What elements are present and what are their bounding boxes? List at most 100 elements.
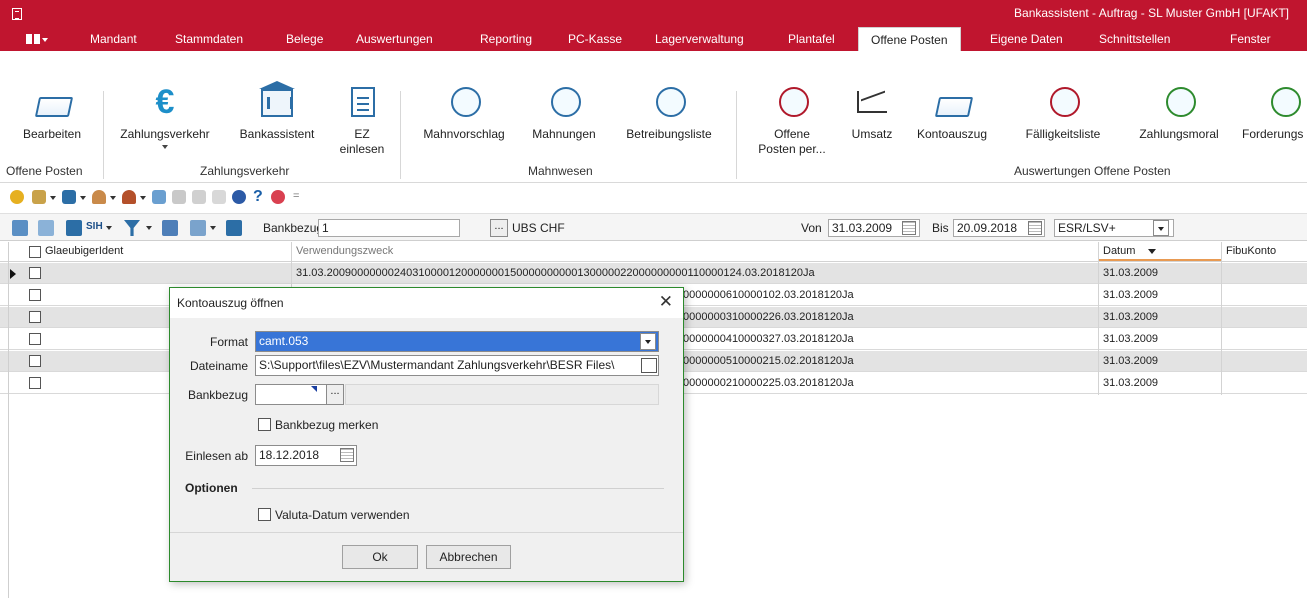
calendar-icon[interactable]	[1028, 221, 1042, 235]
tab-auswertungen[interactable]: Auswertungen	[356, 27, 433, 51]
edit-icon[interactable]	[38, 220, 54, 236]
ez-einlesen-button[interactable]: EZ einlesen	[336, 83, 388, 163]
posten-per-label: Posten per...	[758, 142, 826, 156]
document-icon[interactable]	[162, 220, 178, 236]
caret-down-icon[interactable]	[80, 196, 86, 200]
bankbezug-input[interactable]: 1	[318, 219, 460, 237]
forderungs-button[interactable]: Forderungs	[1238, 83, 1307, 163]
row-checkbox[interactable]	[29, 289, 41, 301]
users-icon[interactable]	[122, 190, 136, 204]
faelligkeitsliste-button[interactable]: Fälligkeitsliste	[1006, 83, 1120, 163]
filter-icon[interactable]	[124, 220, 140, 236]
col-fibukonto[interactable]: FibuKonto	[1226, 245, 1276, 257]
tab-mandant[interactable]: Mandant	[90, 27, 137, 51]
payment-type-dropdown[interactable]	[1153, 220, 1169, 236]
select-all-checkbox[interactable]	[29, 246, 41, 258]
calculator-icon[interactable]	[226, 220, 242, 236]
table-row[interactable]: 31.03.2009000000024031000012000000015000…	[0, 263, 1307, 284]
grid-header: GlaeubigerIdent Verwendungszweck Datum F…	[0, 242, 1307, 262]
bearbeiten-button[interactable]: Bearbeiten	[16, 83, 88, 163]
ribbon-separator	[400, 91, 401, 179]
close-icon[interactable]: ✕	[659, 292, 673, 312]
save-icon[interactable]	[192, 190, 206, 204]
dialog-bankbezug-browse-button[interactable]: ...	[326, 384, 344, 405]
customize-icon[interactable]: =	[293, 190, 299, 202]
tab-schnittstellen[interactable]: Schnittstellen	[1099, 27, 1170, 51]
tab-pc-kasse[interactable]: PC-Kasse	[568, 27, 622, 51]
euro-icon: €	[155, 83, 175, 121]
col-glaeubigerident[interactable]: GlaeubigerIdent	[45, 245, 123, 257]
payment-behavior-icon	[1160, 83, 1198, 121]
bag-icon[interactable]	[10, 190, 24, 204]
zahlungsverkehr-button[interactable]: € Zahlungsverkehr	[110, 83, 220, 163]
tab-lagerverwaltung[interactable]: Lagerverwaltung	[655, 27, 744, 51]
lightning-icon[interactable]	[66, 220, 82, 236]
row-checkbox[interactable]	[29, 311, 41, 323]
bankbezug-browse-button[interactable]: ...	[490, 219, 508, 237]
export-icon[interactable]	[212, 190, 226, 204]
globe-icon[interactable]	[232, 190, 246, 204]
user-icon[interactable]	[92, 190, 106, 204]
row-checkbox[interactable]	[29, 377, 41, 389]
tab-fenster[interactable]: Fenster	[1230, 27, 1271, 51]
zahlungsmoral-button[interactable]: Zahlungsmoral	[1124, 83, 1234, 163]
row-checkbox[interactable]	[29, 355, 41, 367]
clock-icon	[773, 83, 811, 121]
calendar-icon[interactable]	[340, 448, 354, 462]
dateiname-input[interactable]: S:\Support\files\EZV\Mustermandant Zahlu…	[255, 355, 659, 376]
open-folder-icon[interactable]	[152, 190, 166, 204]
optionen-divider	[252, 488, 664, 489]
caret-down-icon[interactable]	[110, 196, 116, 200]
close-circle-icon[interactable]	[271, 190, 285, 204]
group-offene-posten-label: Offene Posten	[6, 164, 83, 178]
verwendung-cell: 0000000210000225.03.2018120Ja	[683, 377, 854, 389]
calendar-icon[interactable]	[902, 221, 916, 235]
tab-eigene-daten[interactable]: Eigene Daten	[990, 27, 1063, 51]
caret-down-icon[interactable]	[210, 226, 216, 230]
format-label: Format	[209, 335, 248, 349]
caret-down-icon[interactable]	[146, 226, 152, 230]
bearbeiten-label: Bearbeiten	[22, 127, 82, 141]
bank-icon	[258, 81, 296, 121]
home-icon[interactable]	[12, 220, 28, 236]
tab-stammdaten[interactable]: Stammdaten	[175, 27, 243, 51]
valuta-checkbox[interactable]	[258, 508, 271, 521]
ok-button[interactable]: Ok	[342, 545, 418, 569]
caret-down-icon[interactable]	[50, 196, 56, 200]
verwendung-cell: 0000000410000327.03.2018120Ja	[683, 333, 854, 345]
account-statement-icon	[933, 83, 974, 121]
dialog-title: Kontoauszug öffnen	[177, 296, 284, 310]
betreibungsliste-button[interactable]: Betreibungsliste	[612, 83, 726, 163]
kontoauszug-button[interactable]: Kontoauszug	[904, 83, 1000, 163]
tab-belege[interactable]: Belege	[286, 27, 323, 51]
copy-icon[interactable]	[172, 190, 186, 204]
print-icon[interactable]	[190, 220, 206, 236]
bankbezug-merken-checkbox[interactable]	[258, 418, 271, 431]
caret-down-icon[interactable]	[106, 226, 112, 230]
bankassistent-button[interactable]: Bankassistent	[228, 81, 326, 163]
row-checkbox[interactable]	[29, 333, 41, 345]
col-datum[interactable]: Datum	[1103, 245, 1135, 257]
tab-reporting[interactable]: Reporting	[480, 27, 532, 51]
dropdown-arrow-icon	[162, 145, 168, 149]
help-icon[interactable]: ?	[253, 188, 263, 206]
umsatz-button[interactable]: Umsatz	[846, 83, 898, 163]
app-menu-button[interactable]	[18, 30, 52, 48]
abbrechen-button[interactable]: Abbrechen	[426, 545, 511, 569]
row-checkbox[interactable]	[29, 267, 41, 279]
hierarchy-icon[interactable]	[62, 190, 76, 204]
mahnungen-button[interactable]: Mahnungen	[522, 83, 606, 163]
offene-posten-per-button[interactable]: Offene Posten per...	[744, 83, 840, 163]
dialog-bankbezug-input[interactable]	[255, 384, 327, 405]
cup-icon[interactable]	[32, 190, 46, 204]
sih-icon[interactable]: SIH	[86, 221, 103, 232]
caret-down-icon[interactable]	[140, 196, 146, 200]
format-select[interactable]: camt.053	[255, 331, 659, 352]
ribbon-separator	[736, 91, 737, 179]
format-dropdown-arrow[interactable]	[640, 333, 656, 350]
mahnvorschlag-button[interactable]: Mahnvorschlag	[412, 83, 516, 163]
tab-plantafel[interactable]: Plantafel	[788, 27, 835, 51]
tab-offene-posten[interactable]: Offene Posten	[858, 27, 961, 51]
col-verwendungszweck[interactable]: Verwendungszweck	[296, 245, 393, 257]
folder-browse-icon[interactable]	[641, 358, 657, 373]
